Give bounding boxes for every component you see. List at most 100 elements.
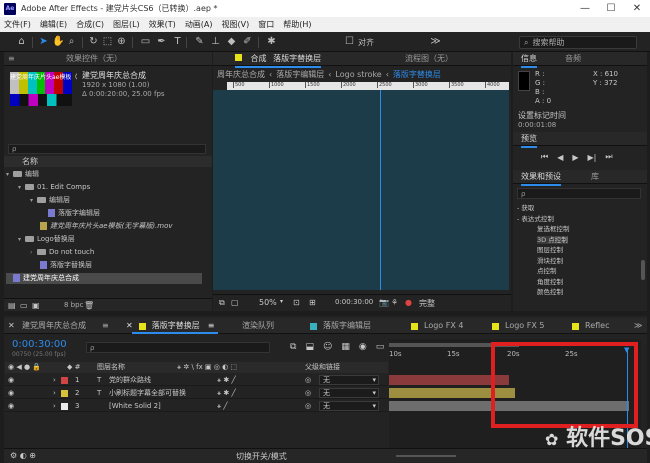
breadcrumb-item[interactable]: 周年庆总合成 [217,69,265,80]
draft-3d-icon[interactable]: ⬓ [305,342,314,352]
zoom-slider[interactable] [396,455,456,457]
effect-item[interactable]: - 获取 [517,203,637,214]
project-column-name[interactable]: 名称 [4,156,212,167]
workspace-menu-icon[interactable]: ≫ [430,36,441,48]
hand-tool-icon[interactable]: ✋ [52,36,64,48]
close-button[interactable]: ✕ [624,0,650,17]
menu-composition[interactable]: 合成(C) [76,19,104,30]
home-icon[interactable]: ⌂ [16,36,27,48]
shy-layers-icon[interactable]: ☺ [323,342,332,352]
visibility-col-icon[interactable]: ◉ ◀ ● 🔒 [8,362,41,373]
project-menu-icon[interactable]: ≡ [8,52,15,66]
tree-row[interactable]: 落版字编辑层 [6,208,202,219]
comp-mini-flowchart-icon[interactable]: ⧉ [290,342,296,352]
timeline-timecode[interactable]: 0:00:30:00 [12,339,67,350]
timeline-tab[interactable]: 建党周年庆总合成 ≡ [22,318,109,334]
expand-arrow-icon[interactable]: › [53,387,56,399]
layer-row[interactable]: ◉ › 3 [White Solid 2] ⚹ ╱ ◎ 无 ▾ [5,400,388,412]
parent-select[interactable]: 无 ▾ [319,375,379,385]
menu-animation[interactable]: 动画(A) [185,19,213,30]
comp-timecode[interactable]: 0:00:30:00 [335,298,373,306]
align-checkbox[interactable]: ☐ [344,36,355,48]
tree-row[interactable]: › Do not touch [6,247,202,258]
first-frame-icon[interactable]: ⏮ [541,152,548,162]
delete-icon[interactable]: 🗑 [84,301,94,310]
layer-switches[interactable]: ⚹ ✱ ╱ [217,387,236,399]
composition-canvas[interactable] [213,90,509,290]
timeline-tab[interactable]: Logo FX 5 [492,318,544,334]
tree-row[interactable]: 落版字替换层 [6,260,202,271]
breadcrumb-item-active[interactable]: 落版字替换层 [393,69,441,80]
layer-name-header[interactable]: 图层名称 [97,362,125,373]
tree-row-selected[interactable]: 建党周年庆总合成 [6,273,202,284]
tab-composition[interactable]: 合成 落版字替换层 [235,52,322,68]
menu-window[interactable]: 窗口 [258,19,274,30]
effect-item[interactable]: - 表达式控制 [517,214,637,225]
pickwhip-icon[interactable]: ◎ [305,374,311,386]
timeline-tab[interactable]: Reflec [572,318,609,334]
effect-item[interactable]: 颜色控制 [517,287,637,298]
layer-name[interactable]: [White Solid 2] [109,400,161,412]
effects-search-input[interactable]: ρ [517,188,641,199]
menu-help[interactable]: 帮助(H) [283,19,311,30]
last-frame-icon[interactable]: ⏭ [605,152,612,162]
layer-name[interactable]: 党的群众路线 [109,374,151,386]
scrollbar-thumb[interactable] [641,260,645,280]
grid-icon[interactable]: ⊞ [309,298,316,307]
always-preview-icon[interactable]: ⧉ [219,298,225,308]
eye-icon[interactable]: ◉ [8,374,14,386]
region-of-interest-icon[interactable]: ▢ [231,298,239,307]
pickwhip-icon[interactable]: ◎ [305,400,311,412]
tab-flowchart[interactable]: 流程图（无） [405,52,453,66]
menu-edit[interactable]: 编辑(E) [40,19,67,30]
motion-blur-icon[interactable]: ◉ [359,342,367,352]
pan-behind-tool-icon[interactable]: ⊕ [116,36,127,48]
effect-item[interactable]: 复选框控制 [517,224,637,235]
eye-icon[interactable]: ◉ [8,387,14,399]
zoom-select[interactable]: 50% [259,298,277,307]
tree-row[interactable]: ▾ 编辑层 [6,195,202,206]
show-channel-icon[interactable]: ⚘ [391,298,398,307]
minimize-button[interactable]: — [572,0,598,17]
puppet-pin-icon[interactable]: ✱ [266,36,277,48]
timeline-tab[interactable]: 落版字编辑层 [310,318,371,334]
zoom-tool-icon[interactable]: ⌕ [66,36,77,48]
effect-item[interactable]: 图层控制 [517,245,637,256]
tab-effects-presets[interactable]: 效果和预设 [521,170,561,186]
tab-audio[interactable]: 音频 [565,52,581,66]
pen-tool-icon[interactable]: ✒ [156,36,167,48]
resolution-select[interactable]: 完整 [419,298,435,309]
effect-item[interactable]: 滑块控制 [517,256,637,267]
layer-switches[interactable]: ⚹ ╱ [217,400,228,412]
new-comp-icon[interactable]: ▣ [32,301,40,310]
snapshot-icon[interactable]: 📷 [379,298,389,307]
layer-label-color[interactable] [61,377,68,384]
tab-info[interactable]: 信息 [521,52,537,68]
menu-view[interactable]: 视图(V) [222,19,250,30]
toggle-switches-modes[interactable]: 切换开关/模式 [236,451,287,462]
bit-depth-label[interactable]: 8 bpc [64,301,83,309]
prev-frame-icon[interactable]: ◀ [557,153,563,162]
timeline-close-icon[interactable]: ✕ [8,321,15,330]
parent-select[interactable]: 无 ▾ [319,401,379,411]
new-folder-icon[interactable]: ▭ [20,301,28,310]
overflow-icon[interactable]: ≫ [634,318,642,334]
parent-select[interactable]: 无 ▾ [319,388,379,398]
menu-file[interactable]: 文件(F) [4,19,31,30]
label-col-icon[interactable]: ◆ # [67,362,80,373]
effect-item[interactable]: 角度控制 [517,277,637,288]
tree-row[interactable]: 建党周年庆片头ae模板(无字幕版).mov [6,221,202,232]
clone-stamp-icon[interactable]: ⊥ [210,36,221,48]
rotate-tool-icon[interactable]: ↻ [88,36,99,48]
tree-row[interactable]: ▾ 01. Edit Comps [6,182,202,193]
layer-name[interactable]: 小刷标题字幕全部可替换 [109,387,186,399]
timeline-tab[interactable]: Logo FX 4 [411,318,463,334]
effect-item[interactable]: 点控制 [517,266,637,277]
play-icon[interactable]: ▶ [572,153,578,162]
layer-row[interactable]: ◉ › 2 T 小刷标题字幕全部可替换 ⚹ ✱ ╱ ◎ 无 ▾ [5,387,388,399]
tree-row[interactable]: ▾ 编辑 [6,169,202,180]
parent-header[interactable]: 父级和链接 [305,362,340,373]
layer-label-color[interactable] [61,390,68,397]
eraser-tool-icon[interactable]: ◆ [226,36,237,48]
footer-icons[interactable]: ⚙ ◐ ⊕ [10,451,36,460]
